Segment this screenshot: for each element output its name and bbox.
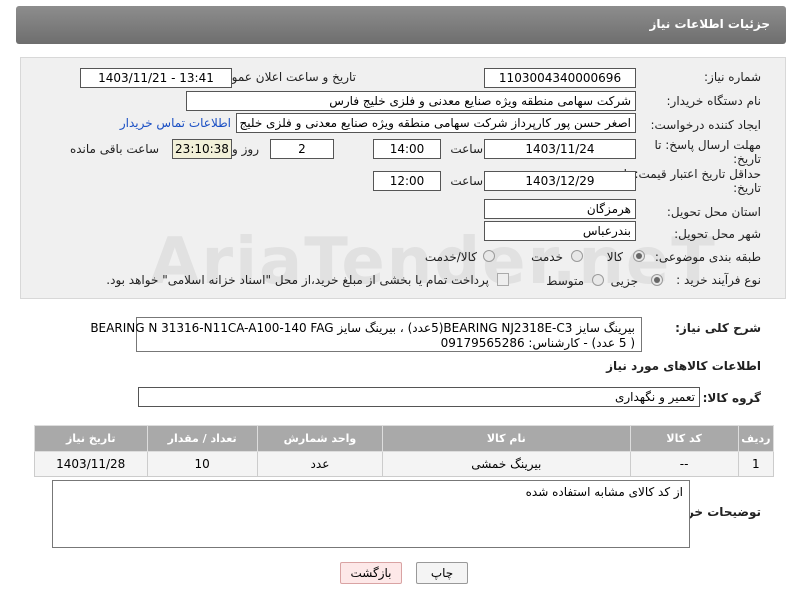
column-header-goods-code: کد کالا [629, 425, 739, 452]
cell-quantity: 10 [146, 451, 258, 477]
city-field: بندرعباس [484, 221, 636, 241]
goods-info-title: اطلاعات کالاهای مورد نیاز [606, 359, 761, 373]
print-button[interactable]: چاپ [416, 562, 468, 584]
table-header-row: ردیف کد کالا نام کالا واحد شمارش تعداد /… [34, 425, 775, 452]
announce-field: 1403/11/21 - 13:41 [80, 68, 232, 88]
column-header-goods-name: نام کالا [382, 425, 631, 452]
category-option-goods-service: کالا/خدمت [424, 250, 477, 264]
treasury-payment-checkbox[interactable] [497, 273, 509, 286]
remaining-time-field: 23:10:38 [172, 139, 232, 159]
column-header-quantity: تعداد / مقدار [146, 425, 258, 452]
city-label: شهر محل تحویل: [674, 227, 761, 241]
description-line-1: بیرینگ سایز BEARING NJ2318E-C3(5عدد) ، ب… [90, 321, 635, 335]
buyer-notes-box: از کد کالای مشابه استفاده شده [52, 480, 690, 548]
buyer-org-label: نام دستگاه خریدار: [666, 94, 762, 108]
category-radio-goods[interactable] [633, 250, 645, 262]
category-radio-service[interactable] [571, 250, 583, 262]
column-header-unit: واحد شمارش [256, 425, 384, 452]
validity-time-label: ساعت [450, 174, 483, 188]
buyer-org-field: شرکت سهامی منطقه ویژه صنایع معدنی و فلزی… [186, 91, 636, 111]
creator-field: اصغر حسن پور کارپرداز شرکت سهامی منطقه و… [236, 113, 636, 133]
page-header: جزئیات اطلاعات نیاز [16, 6, 786, 44]
goods-table: ردیف کد کالا نام کالا واحد شمارش تعداد /… [34, 425, 775, 477]
validity-date-field: 1403/12/29 [484, 171, 636, 191]
deadline-date-field: 1403/11/24 [484, 139, 636, 159]
cell-unit: عدد [256, 451, 384, 477]
deadline-date-label: تاریخ: [733, 152, 761, 166]
need-number-field: 1103004340000696 [484, 68, 636, 88]
page-title: جزئیات اطلاعات نیاز [649, 17, 770, 31]
validity-date-label: تاریخ: [733, 181, 761, 195]
process-radio-medium[interactable] [592, 274, 604, 286]
announce-label: تاریخ و ساعت اعلان عمومی: [211, 70, 356, 84]
province-field: هرمزگان [484, 199, 636, 219]
need-number-label: شماره نیاز: [704, 70, 761, 84]
description-line-2: ( 5 عدد) - کارشناس: 09179565286 [440, 336, 635, 350]
cell-need-date: 1403/11/28 [34, 451, 148, 477]
creator-label: ایجاد کننده درخواست: [650, 118, 761, 132]
cell-goods-name: بیرینگ خمشی [382, 451, 631, 477]
category-radio-goods-service[interactable] [483, 250, 495, 262]
process-radio-minor[interactable] [651, 274, 663, 286]
contact-info-link[interactable]: اطلاعات تماس خریدار [120, 116, 231, 130]
category-label: طبقه بندی موضوعی: [654, 250, 761, 264]
category-option-goods: کالا [606, 250, 623, 264]
days-label: روز و [232, 142, 259, 156]
deadline-time-label: ساعت [450, 142, 483, 156]
days-field: 2 [270, 139, 334, 159]
column-header-need-date: تاریخ نیاز [34, 425, 148, 452]
goods-group-field: تعمیر و نگهداری [138, 387, 700, 407]
province-label: استان محل تحویل: [666, 205, 761, 219]
process-option-medium: متوسط [546, 274, 584, 288]
treasury-payment-note: پرداخت تمام یا بخشی از مبلغ خرید،از محل … [106, 273, 489, 287]
deadline-label: مهلت ارسال پاسخ: تا [654, 138, 761, 152]
validity-label: حداقل تاریخ اعتبار قیمت: تا [623, 167, 761, 181]
cell-goods-code: -- [629, 451, 739, 477]
column-header-row-number: ردیف [737, 425, 775, 452]
remaining-label: ساعت باقی مانده [69, 142, 159, 156]
validity-time-field: 12:00 [373, 171, 441, 191]
deadline-time-field: 14:00 [373, 139, 441, 159]
goods-group-label: گروه کالا: [702, 391, 761, 405]
process-label: نوع فرآیند خرید : [676, 273, 761, 287]
description-label: شرح کلی نیاز: [675, 321, 761, 335]
process-option-minor: جزیی [610, 274, 638, 288]
back-button[interactable]: بازگشت [340, 562, 402, 584]
description-box: بیرینگ سایز BEARING NJ2318E-C3(5عدد) ، ب… [90, 317, 642, 352]
cell-row-number: 1 [737, 451, 775, 477]
table-row: 1 -- بیرینگ خمشی عدد 10 1403/11/28 [34, 451, 775, 477]
category-option-service: خدمت [531, 250, 563, 264]
